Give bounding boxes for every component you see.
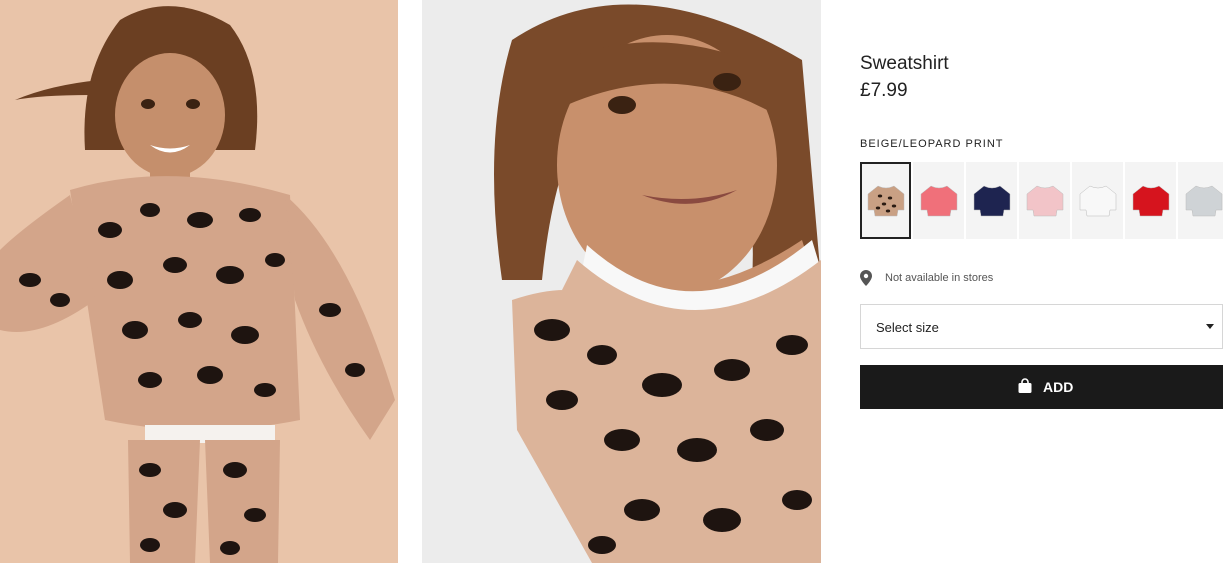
product-details-panel: Sweatshirt £7.99 BEIGE/LEOPARD PRINT Not… (860, 0, 1223, 563)
color-swatch-light-pink[interactable] (1019, 162, 1070, 239)
model-illustration-1 (0, 0, 398, 563)
location-pin-icon (860, 270, 872, 286)
product-image-main[interactable] (0, 0, 398, 563)
sweatshirt-thumbnail (867, 185, 904, 216)
product-image-closeup[interactable] (422, 0, 821, 563)
sweatshirt-thumbnail (920, 185, 957, 216)
color-swatch-beige-leopard[interactable] (860, 162, 911, 239)
sweatshirt-thumbnail (1132, 185, 1169, 216)
chevron-down-icon (1206, 324, 1214, 329)
color-swatch-list (860, 162, 1223, 240)
color-swatch-grey[interactable] (1178, 162, 1223, 239)
product-title: Sweatshirt (860, 53, 949, 74)
add-to-bag-button[interactable]: ADD (860, 365, 1223, 409)
sweatshirt-thumbnail (1185, 185, 1222, 216)
model-illustration-2 (422, 0, 821, 563)
availability-text: Not available in stores (885, 272, 994, 284)
size-select-label: Select size (876, 320, 939, 335)
product-price: £7.99 (860, 80, 908, 101)
shopping-bag-icon (1018, 378, 1032, 393)
selected-color-label: BEIGE/LEOPARD PRINT (860, 138, 1004, 150)
size-select-dropdown[interactable]: Select size (860, 304, 1223, 349)
add-button-label: ADD (1043, 379, 1074, 395)
color-swatch-white[interactable] (1072, 162, 1123, 239)
sweatshirt-thumbnail (1079, 185, 1116, 216)
color-swatch-navy[interactable] (966, 162, 1017, 239)
color-swatch-red[interactable] (1125, 162, 1176, 239)
sweatshirt-thumbnail (973, 185, 1010, 216)
sweatshirt-thumbnail (1026, 185, 1063, 216)
color-swatch-pink[interactable] (913, 162, 964, 239)
